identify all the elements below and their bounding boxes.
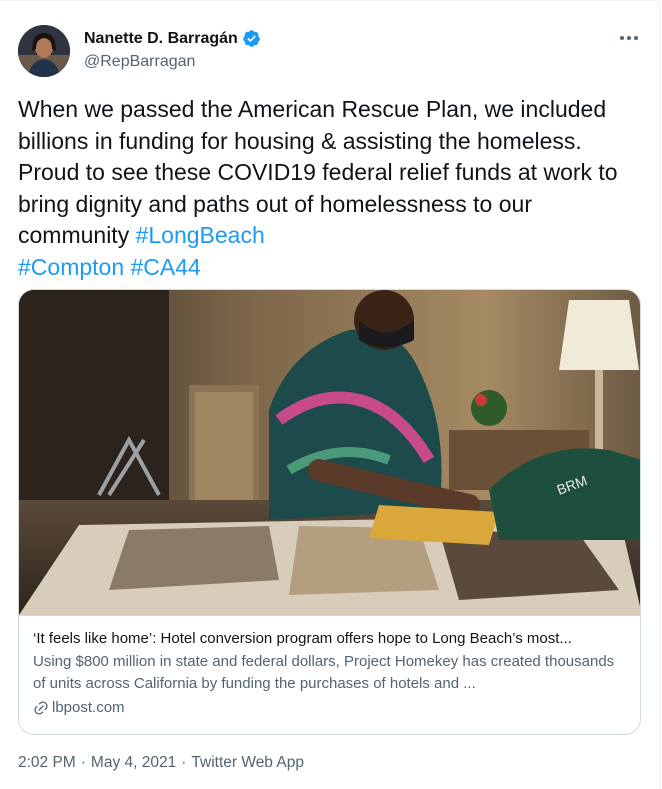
tweet-time[interactable]: 2:02 PM	[18, 754, 76, 772]
card-title[interactable]: ‘It feels like home’: Hotel conversion p…	[33, 629, 628, 649]
meta-separator: ·	[181, 754, 187, 771]
author-name[interactable]: Nanette D. Barragán	[84, 30, 238, 48]
author-name-row[interactable]: Nanette D. Barragán	[84, 29, 261, 48]
link-card[interactable]: BRM ‘It feels like home’: Hotel conversi…	[18, 289, 641, 735]
tweet-body: When we passed the American Rescue Plan,…	[18, 96, 618, 248]
card-body[interactable]: ‘It feels like home’: Hotel conversion p…	[19, 615, 640, 734]
verified-badge-icon	[243, 30, 260, 47]
card-domain-text[interactable]: lbpost.com	[52, 699, 125, 716]
hashtag-longbeach[interactable]: #LongBeach	[136, 222, 265, 248]
link-icon	[34, 700, 48, 715]
card-image[interactable]: BRM	[19, 290, 641, 615]
more-dot	[634, 36, 638, 40]
more-options-button[interactable]	[612, 29, 646, 47]
tweet-date[interactable]: May 4, 2021	[91, 754, 176, 772]
tweet: Nanette D. Barragán @RepBarragan When we…	[0, 0, 660, 789]
hashtag-ca44[interactable]: #CA44	[131, 254, 201, 280]
card-domain[interactable]: lbpost.com	[33, 699, 628, 716]
more-dot	[627, 36, 631, 40]
avatar[interactable]	[18, 25, 70, 77]
author-handle[interactable]: @RepBarragan	[84, 53, 195, 71]
tweet-source-app[interactable]: Twitter Web App	[191, 754, 304, 772]
tweet-meta: 2:02 PM · May 4, 2021 · Twitter Web App	[18, 754, 304, 772]
tweet-text: When we passed the American Rescue Plan,…	[18, 94, 643, 283]
hashtag-compton[interactable]: #Compton	[18, 254, 124, 280]
card-description: Using $800 million in state and federal …	[33, 653, 615, 692]
meta-separator: ·	[80, 754, 86, 771]
more-dot	[620, 36, 624, 40]
